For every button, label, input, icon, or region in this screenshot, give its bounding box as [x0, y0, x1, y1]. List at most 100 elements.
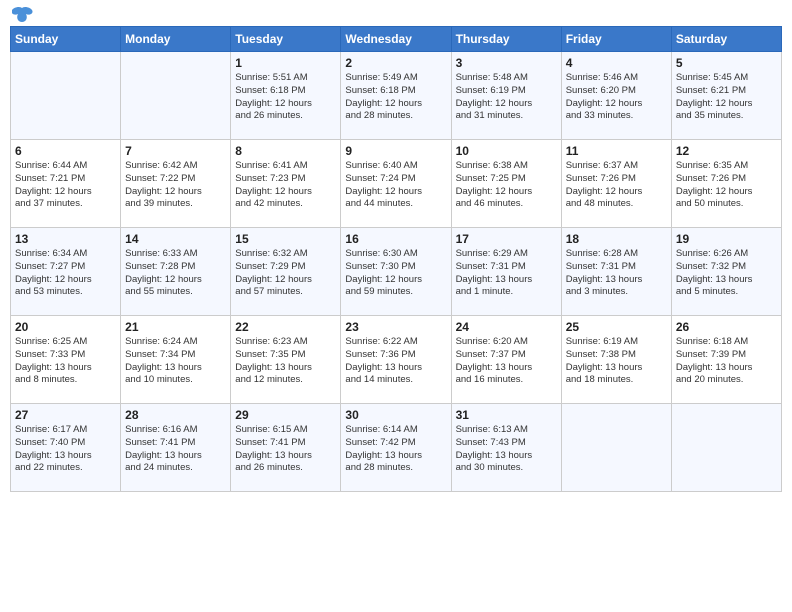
- calendar-week-row: 6 Sunrise: 6:44 AM Sunset: 7:21 PM Daylig…: [11, 140, 782, 228]
- cell-info: Sunrise: 5:46 AM Sunset: 6:20 PM Dayligh…: [566, 72, 667, 123]
- calendar-cell: [671, 404, 781, 492]
- cell-info: Sunrise: 6:44 AM Sunset: 7:21 PM Dayligh…: [15, 160, 116, 211]
- calendar-week-row: 13 Sunrise: 6:34 AM Sunset: 7:27 PM Dayli…: [11, 228, 782, 316]
- day-number: 26: [676, 320, 777, 334]
- calendar-cell: 28 Sunrise: 6:16 AM Sunset: 7:41 PM Dayli…: [121, 404, 231, 492]
- calendar-cell: 12 Sunrise: 6:35 AM Sunset: 7:26 PM Dayli…: [671, 140, 781, 228]
- day-number: 2: [345, 56, 446, 70]
- weekday-header-tuesday: Tuesday: [231, 27, 341, 52]
- cell-info: Sunrise: 6:38 AM Sunset: 7:25 PM Dayligh…: [456, 160, 557, 211]
- calendar-cell: 7 Sunrise: 6:42 AM Sunset: 7:22 PM Daylig…: [121, 140, 231, 228]
- cell-info: Sunrise: 5:49 AM Sunset: 6:18 PM Dayligh…: [345, 72, 446, 123]
- day-number: 13: [15, 232, 116, 246]
- cell-info: Sunrise: 6:32 AM Sunset: 7:29 PM Dayligh…: [235, 248, 336, 299]
- calendar-body: 1 Sunrise: 5:51 AM Sunset: 6:18 PM Daylig…: [11, 52, 782, 492]
- logo-bird-icon: [12, 6, 34, 24]
- calendar-cell: 26 Sunrise: 6:18 AM Sunset: 7:39 PM Dayli…: [671, 316, 781, 404]
- weekday-header-saturday: Saturday: [671, 27, 781, 52]
- cell-info: Sunrise: 6:42 AM Sunset: 7:22 PM Dayligh…: [125, 160, 226, 211]
- calendar-cell: 25Sunrise: 6:19 AM Sunset: 7:38 PM Dayli…: [561, 316, 671, 404]
- day-number: 4: [566, 56, 667, 70]
- cell-info: Sunrise: 6:34 AM Sunset: 7:27 PM Dayligh…: [15, 248, 116, 299]
- cell-info: Sunrise: 6:24 AM Sunset: 7:34 PM Dayligh…: [125, 336, 226, 387]
- calendar-week-row: 27 Sunrise: 6:17 AM Sunset: 7:40 PM Dayli…: [11, 404, 782, 492]
- calendar-cell: 31Sunrise: 6:13 AM Sunset: 7:43 PM Dayli…: [451, 404, 561, 492]
- cell-info: Sunrise: 6:35 AM Sunset: 7:26 PM Dayligh…: [676, 160, 777, 211]
- day-number: 3: [456, 56, 557, 70]
- calendar-cell: 14 Sunrise: 6:33 AM Sunset: 7:28 PM Dayli…: [121, 228, 231, 316]
- cell-info: Sunrise: 6:15 AM Sunset: 7:41 PM Dayligh…: [235, 424, 336, 475]
- calendar-cell: 15 Sunrise: 6:32 AM Sunset: 7:29 PM Dayli…: [231, 228, 341, 316]
- logo: [10, 10, 34, 18]
- calendar-header: SundayMondayTuesdayWednesdayThursdayFrid…: [11, 27, 782, 52]
- calendar-cell: 24 Sunrise: 6:20 AM Sunset: 7:37 PM Dayli…: [451, 316, 561, 404]
- calendar-cell: 2 Sunrise: 5:49 AM Sunset: 6:18 PM Daylig…: [341, 52, 451, 140]
- cell-info: Sunrise: 6:16 AM Sunset: 7:41 PM Dayligh…: [125, 424, 226, 475]
- day-number: 18: [566, 232, 667, 246]
- weekday-header-sunday: Sunday: [11, 27, 121, 52]
- cell-info: Sunrise: 6:20 AM Sunset: 7:37 PM Dayligh…: [456, 336, 557, 387]
- day-number: 31: [456, 408, 557, 422]
- cell-info: Sunrise: 5:48 AM Sunset: 6:19 PM Dayligh…: [456, 72, 557, 123]
- calendar-cell: 5Sunrise: 5:45 AM Sunset: 6:21 PM Daylig…: [671, 52, 781, 140]
- cell-info: Sunrise: 6:22 AM Sunset: 7:36 PM Dayligh…: [345, 336, 446, 387]
- cell-info: Sunrise: 6:25 AM Sunset: 7:33 PM Dayligh…: [15, 336, 116, 387]
- cell-info: Sunrise: 6:33 AM Sunset: 7:28 PM Dayligh…: [125, 248, 226, 299]
- calendar-cell: [121, 52, 231, 140]
- cell-info: Sunrise: 6:40 AM Sunset: 7:24 PM Dayligh…: [345, 160, 446, 211]
- day-number: 1: [235, 56, 336, 70]
- day-number: 16: [345, 232, 446, 246]
- day-number: 14: [125, 232, 226, 246]
- cell-info: Sunrise: 6:28 AM Sunset: 7:31 PM Dayligh…: [566, 248, 667, 299]
- calendar-table: SundayMondayTuesdayWednesdayThursdayFrid…: [10, 26, 782, 492]
- day-number: 22: [235, 320, 336, 334]
- cell-info: Sunrise: 5:51 AM Sunset: 6:18 PM Dayligh…: [235, 72, 336, 123]
- calendar-cell: 4 Sunrise: 5:46 AM Sunset: 6:20 PM Daylig…: [561, 52, 671, 140]
- calendar-cell: 20 Sunrise: 6:25 AM Sunset: 7:33 PM Dayli…: [11, 316, 121, 404]
- day-number: 12: [676, 144, 777, 158]
- day-number: 19: [676, 232, 777, 246]
- day-number: 28: [125, 408, 226, 422]
- day-number: 8: [235, 144, 336, 158]
- calendar-cell: 29 Sunrise: 6:15 AM Sunset: 7:41 PM Dayli…: [231, 404, 341, 492]
- day-number: 27: [15, 408, 116, 422]
- calendar-cell: 22Sunrise: 6:23 AM Sunset: 7:35 PM Dayli…: [231, 316, 341, 404]
- cell-info: Sunrise: 6:14 AM Sunset: 7:42 PM Dayligh…: [345, 424, 446, 475]
- weekday-header-wednesday: Wednesday: [341, 27, 451, 52]
- cell-info: Sunrise: 6:19 AM Sunset: 7:38 PM Dayligh…: [566, 336, 667, 387]
- calendar-cell: 27 Sunrise: 6:17 AM Sunset: 7:40 PM Dayli…: [11, 404, 121, 492]
- weekday-header-row: SundayMondayTuesdayWednesdayThursdayFrid…: [11, 27, 782, 52]
- cell-info: Sunrise: 6:26 AM Sunset: 7:32 PM Dayligh…: [676, 248, 777, 299]
- calendar-cell: 30 Sunrise: 6:14 AM Sunset: 7:42 PM Dayli…: [341, 404, 451, 492]
- day-number: 6: [15, 144, 116, 158]
- weekday-header-monday: Monday: [121, 27, 231, 52]
- calendar-cell: 16 Sunrise: 6:30 AM Sunset: 7:30 PM Dayli…: [341, 228, 451, 316]
- day-number: 24: [456, 320, 557, 334]
- cell-info: Sunrise: 6:18 AM Sunset: 7:39 PM Dayligh…: [676, 336, 777, 387]
- calendar-cell: 9Sunrise: 6:40 AM Sunset: 7:24 PM Daylig…: [341, 140, 451, 228]
- day-number: 15: [235, 232, 336, 246]
- day-number: 5: [676, 56, 777, 70]
- cell-info: Sunrise: 6:30 AM Sunset: 7:30 PM Dayligh…: [345, 248, 446, 299]
- calendar-cell: 21 Sunrise: 6:24 AM Sunset: 7:34 PM Dayli…: [121, 316, 231, 404]
- cell-info: Sunrise: 6:17 AM Sunset: 7:40 PM Dayligh…: [15, 424, 116, 475]
- day-number: 30: [345, 408, 446, 422]
- calendar-cell: 19 Sunrise: 6:26 AM Sunset: 7:32 PM Dayli…: [671, 228, 781, 316]
- calendar-week-row: 1 Sunrise: 5:51 AM Sunset: 6:18 PM Daylig…: [11, 52, 782, 140]
- cell-info: Sunrise: 6:29 AM Sunset: 7:31 PM Dayligh…: [456, 248, 557, 299]
- day-number: 29: [235, 408, 336, 422]
- calendar-cell: [11, 52, 121, 140]
- calendar-cell: 6 Sunrise: 6:44 AM Sunset: 7:21 PM Daylig…: [11, 140, 121, 228]
- day-number: 7: [125, 144, 226, 158]
- weekday-header-friday: Friday: [561, 27, 671, 52]
- calendar-cell: 11 Sunrise: 6:37 AM Sunset: 7:26 PM Dayli…: [561, 140, 671, 228]
- day-number: 21: [125, 320, 226, 334]
- cell-info: Sunrise: 6:37 AM Sunset: 7:26 PM Dayligh…: [566, 160, 667, 211]
- calendar-cell: 13 Sunrise: 6:34 AM Sunset: 7:27 PM Dayli…: [11, 228, 121, 316]
- day-number: 20: [15, 320, 116, 334]
- day-number: 17: [456, 232, 557, 246]
- calendar-cell: 10Sunrise: 6:38 AM Sunset: 7:25 PM Dayli…: [451, 140, 561, 228]
- calendar-cell: 8Sunrise: 6:41 AM Sunset: 7:23 PM Daylig…: [231, 140, 341, 228]
- day-number: 23: [345, 320, 446, 334]
- day-number: 11: [566, 144, 667, 158]
